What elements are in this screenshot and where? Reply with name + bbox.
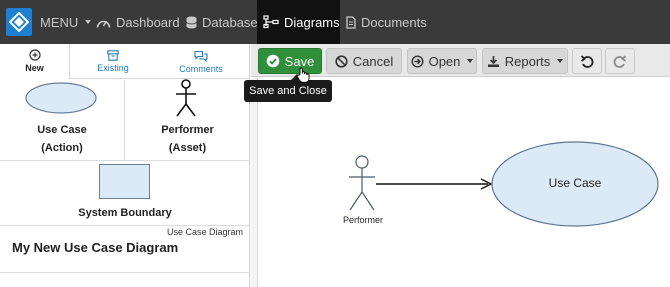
- arrow-circle-right-icon: [411, 54, 424, 68]
- app-logo[interactable]: [6, 8, 32, 36]
- chevron-down-icon: [467, 59, 474, 63]
- nav-diagrams[interactable]: Diagrams: [257, 0, 340, 44]
- palette-divider: [0, 225, 250, 226]
- diamond-logo-icon: [9, 12, 29, 32]
- cancel-button-label: Cancel: [352, 53, 394, 69]
- tab-comments[interactable]: Comments: [165, 44, 237, 79]
- performer-node-label: Performer: [342, 215, 383, 225]
- ban-icon: [335, 54, 348, 68]
- save-tooltip: Save and Close: [244, 80, 332, 102]
- open-button[interactable]: Open: [407, 48, 477, 74]
- nav-database-label: Database: [202, 14, 258, 30]
- gauge-icon: [96, 20, 111, 28]
- shape-palette-panel: New Existing Comments Use Case (Action): [0, 44, 250, 287]
- nav-database[interactable]: Database: [186, 0, 258, 44]
- palette-tabs: New Existing Comments: [0, 44, 250, 80]
- palette-performer[interactable]: Performer (Asset): [125, 79, 250, 160]
- undo-icon: [580, 55, 594, 68]
- diagram-name[interactable]: My New Use Case Diagram: [12, 240, 178, 255]
- palette-system-boundary[interactable]: System Boundary: [0, 161, 250, 225]
- tab-existing[interactable]: Existing: [78, 44, 148, 79]
- hand-cursor-icon: [296, 67, 310, 83]
- tab-comments-label: Comments: [179, 63, 223, 74]
- use-case-sublabel: (Action): [41, 142, 83, 154]
- use-case-node-label: Use Case: [548, 176, 602, 190]
- use-case-ellipse-icon: [25, 82, 97, 114]
- tab-new[interactable]: New: [0, 44, 70, 80]
- nav-dashboard[interactable]: Dashboard: [96, 0, 180, 44]
- undo-button[interactable]: [572, 48, 602, 74]
- canvas-gutter: [251, 78, 258, 287]
- open-button-label: Open: [428, 53, 461, 69]
- tab-existing-label: Existing: [97, 63, 129, 73]
- database-icon: [186, 16, 197, 28]
- palette-use-case[interactable]: Use Case (Action): [0, 80, 124, 160]
- nav-dashboard-label: Dashboard: [116, 14, 180, 30]
- save-button[interactable]: Save: [258, 48, 322, 74]
- chevron-down-icon: [557, 59, 564, 63]
- use-case-label: Use Case: [37, 124, 87, 136]
- menu-button[interactable]: MENU: [40, 0, 92, 44]
- menu-label: MENU: [40, 14, 79, 30]
- redo-icon: [613, 55, 627, 68]
- cancel-button[interactable]: Cancel: [326, 48, 402, 74]
- nav-documents[interactable]: Documents: [346, 0, 427, 44]
- download-icon: [487, 55, 499, 67]
- nav-diagrams-label: Diagrams: [284, 14, 340, 30]
- system-boundary-rect-icon: [99, 164, 150, 199]
- document-icon: [346, 15, 356, 29]
- stick-figure-icon: [176, 79, 196, 117]
- check-circle-icon: [266, 54, 279, 68]
- system-boundary-label: System Boundary: [78, 207, 172, 219]
- performer-sublabel: (Asset): [168, 142, 207, 154]
- tab-new-label: New: [25, 63, 44, 73]
- nav-documents-label: Documents: [361, 14, 427, 30]
- performer-label: Performer: [161, 124, 214, 136]
- archive-icon: [107, 50, 119, 61]
- reports-button-label: Reports: [504, 53, 551, 69]
- chevron-down-icon: [85, 20, 92, 24]
- comments-icon: [194, 50, 208, 62]
- plus-circle-icon: [28, 49, 41, 61]
- diagram-icon: [263, 15, 279, 29]
- top-navigation-bar: MENU Dashboard Database Diagrams Documen…: [0, 0, 670, 44]
- palette-divider: [0, 272, 250, 273]
- redo-button[interactable]: [605, 48, 635, 74]
- reports-button[interactable]: Reports: [482, 48, 568, 74]
- diagram-type-label: Use Case Diagram: [166, 227, 243, 237]
